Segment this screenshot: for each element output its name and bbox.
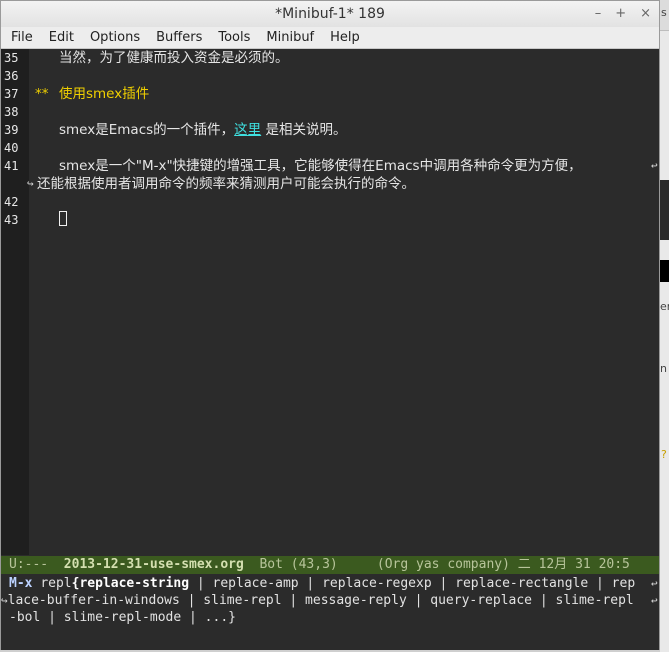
minimize-icon[interactable]: – [595, 1, 602, 27]
line-text-group: smex是Emacs的一个插件，这里 是相关说明。 [59, 121, 346, 139]
minibuffer-line: M-x repl{replace-string | replace-amp | … [9, 575, 635, 592]
line-text: 是相关说明。 [261, 122, 347, 138]
smex-first-candidate[interactable]: {replace-string [72, 576, 189, 591]
maximize-icon[interactable]: + [615, 1, 626, 27]
title-bar[interactable]: *Minibuf-1* 189 – + × [1, 1, 659, 27]
menu-buffers[interactable]: Buffers [156, 30, 202, 45]
line-text: smex是一个"M-x"快捷键的增强工具，它能够使得在Emacs中调用各种命令更… [59, 158, 582, 174]
doc-link[interactable]: 这里 [234, 122, 261, 138]
wrap-arrow-icon: ↩ [651, 594, 658, 607]
minibuffer[interactable]: M-x repl{replace-string | replace-amp | … [1, 574, 659, 650]
bg-glyph: n [660, 362, 667, 375]
modeline-date: 二 12月 31 20:5 [517, 557, 630, 572]
modeline-modes[interactable]: (Org yas company) [377, 557, 510, 572]
minibuffer-input[interactable]: repl [40, 576, 71, 591]
line-text: smex是Emacs的一个插件， [59, 122, 235, 138]
close-icon[interactable]: × [640, 1, 651, 27]
line-number: 35 [4, 51, 19, 65]
background-window: s er n ? [660, 0, 669, 652]
line-number: 37 [4, 87, 19, 101]
line-number: 42 [4, 195, 19, 209]
line-number: 40 [4, 141, 19, 155]
smex-candidates: lace-buffer-in-windows | slime-repl | me… [7, 593, 634, 608]
line-number: 41 [4, 159, 19, 173]
heading-stars: ** [35, 86, 49, 102]
menu-options[interactable]: Options [90, 30, 140, 45]
editor-area[interactable]: 35 当然，为了健康而投入资金是必须的。 36 37 ** 使用smex插件 3… [1, 49, 659, 555]
menu-bar: File Edit Options Buffers Tools Minibuf … [1, 27, 659, 49]
smex-candidates: -bol | slime-repl-mode | ...} [9, 610, 236, 625]
mx-prompt: M-x [9, 576, 33, 591]
mode-line: U:--- 2013-12-31-use-smex.org Bot (43,3)… [1, 556, 659, 574]
menu-help[interactable]: Help [330, 30, 360, 45]
line-number: 36 [4, 69, 19, 83]
modeline-buffer-name[interactable]: 2013-12-31-use-smex.org [64, 557, 244, 572]
line-number: 43 [4, 213, 19, 227]
line-number: 39 [4, 123, 19, 137]
text-cursor [59, 211, 67, 226]
modeline-position: Bot (43,3) [259, 557, 338, 572]
window-title: *Minibuf-1* 189 [275, 6, 385, 22]
line-number: 38 [4, 105, 19, 119]
bg-glyph: s [661, 6, 667, 19]
minibuffer-line: -bol | slime-repl-mode | ...} [9, 609, 236, 626]
menu-file[interactable]: File [11, 30, 33, 45]
org-heading: 使用smex插件 [59, 86, 150, 102]
wrap-arrow-icon: ↩ [651, 577, 658, 590]
bg-glyph: er [660, 300, 669, 313]
minibuffer-line: ↪lace-buffer-in-windows | slime-repl | m… [1, 592, 634, 609]
menu-edit[interactable]: Edit [49, 30, 74, 45]
menu-minibuf[interactable]: Minibuf [266, 30, 314, 45]
wrap-arrow-icon: ↩ [651, 159, 658, 172]
wrap-arrow-icon: ↪ [27, 177, 34, 190]
line-text: 当然，为了健康而投入资金是必须的。 [59, 50, 289, 66]
bg-glyph: ? [661, 448, 667, 461]
smex-candidates: | replace-amp | replace-regexp | replace… [189, 576, 636, 591]
emacs-window: *Minibuf-1* 189 – + × File Edit Options … [0, 0, 660, 650]
menu-tools[interactable]: Tools [218, 30, 250, 45]
modeline-status: U:--- [9, 557, 49, 572]
line-text: 还能根据使用者调用命令的频率来猜测用户可能会执行的命令。 [37, 176, 415, 192]
wrap-arrow-icon: ↪ [1, 594, 8, 607]
